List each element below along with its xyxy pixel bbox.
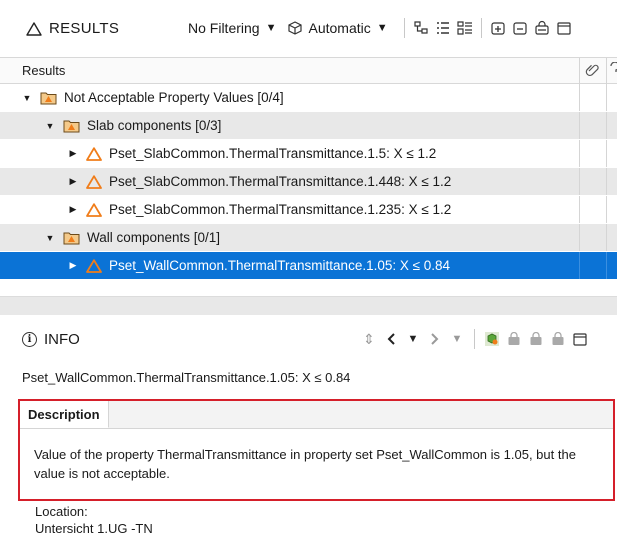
- description-panel: Description Value of the property Therma…: [18, 399, 615, 501]
- panel-icon[interactable]: [554, 18, 574, 38]
- location-label: Location:: [35, 504, 88, 519]
- toolbar-divider: [480, 18, 482, 38]
- expand-arrow-icon[interactable]: ▶: [67, 148, 79, 159]
- warning-triangle-icon: [86, 258, 102, 273]
- results-title: RESULTS: [26, 20, 119, 37]
- warning-folder-icon: [63, 232, 80, 244]
- previous-icon[interactable]: [382, 329, 400, 349]
- cube-icon: [288, 21, 303, 35]
- info-subject: Pset_WallCommon.ThermalTransmittance.1.0…: [22, 370, 351, 385]
- tree-item-row[interactable]: ▶ Pset_SlabCommon.ThermalTransmittance.1…: [0, 196, 617, 223]
- tree-item-row[interactable]: ▶ Pset_SlabCommon.ThermalTransmittance.1…: [0, 168, 617, 195]
- expand-arrow-icon[interactable]: ▶: [67, 260, 79, 271]
- caret-down-icon: ▼: [265, 22, 277, 34]
- lock-icon[interactable]: [527, 329, 545, 349]
- lock-rule-icon[interactable]: [532, 18, 552, 38]
- expand-arrow-icon[interactable]: ▼: [44, 233, 56, 243]
- results-header: RESULTS No Filtering ▼ Automatic ▼: [0, 0, 617, 56]
- results-column-title: Results: [22, 63, 66, 78]
- column-divider: [606, 112, 607, 139]
- column-divider: [606, 224, 607, 251]
- tree-item-label: Pset_WallCommon.ThermalTransmittance.1.0…: [109, 258, 451, 273]
- tree-group-label: Wall components [0/1]: [87, 230, 221, 245]
- link-icon[interactable]: [585, 62, 600, 80]
- info-title: i INFO: [22, 331, 80, 348]
- object-highlight-icon[interactable]: [483, 329, 501, 349]
- tree-item-row-selected[interactable]: ▶ Pset_WallCommon.ThermalTransmittance.1…: [0, 252, 617, 279]
- column-divider: [579, 140, 580, 167]
- info-icon: i: [22, 332, 37, 347]
- results-title-label: RESULTS: [49, 20, 120, 37]
- tree-item-label: Pset_SlabCommon.ThermalTransmittance.1.2…: [109, 202, 452, 217]
- list-view-icon[interactable]: [433, 18, 453, 38]
- panel-splitter[interactable]: [0, 296, 617, 315]
- expand-arrow-icon[interactable]: ▼: [44, 121, 56, 131]
- column-divider[interactable]: [579, 58, 580, 84]
- tree-root-row[interactable]: ▼ Not Acceptable Property Values [0/4]: [0, 84, 617, 111]
- column-divider: [579, 196, 580, 223]
- tree-view-icon[interactable]: [411, 18, 431, 38]
- mode-dropdown-label: Automatic: [308, 20, 371, 36]
- tree-group-label: Slab components [0/3]: [87, 118, 222, 133]
- column-divider: [579, 224, 580, 251]
- description-text: Value of the property ThermalTransmittan…: [34, 447, 576, 481]
- caret-down-icon: ▼: [376, 22, 388, 34]
- info-title-label: INFO: [44, 331, 80, 348]
- results-toolbar: No Filtering ▼ Automatic ▼: [188, 18, 574, 38]
- column-divider: [606, 252, 607, 279]
- column-divider: [606, 140, 607, 167]
- expand-arrow-icon[interactable]: ▼: [21, 93, 33, 103]
- tree-item-label: Pset_SlabCommon.ThermalTransmittance.1.5…: [109, 146, 437, 161]
- tree-item-row[interactable]: ▶ Pset_SlabCommon.ThermalTransmittance.1…: [0, 140, 617, 167]
- tab-description[interactable]: Description: [20, 401, 109, 428]
- info-toolbar: ⇕ ▼ ▼: [360, 329, 589, 349]
- info-header: i INFO ⇕ ▼ ▼: [0, 316, 617, 360]
- filter-dropdown-label: No Filtering: [188, 20, 260, 36]
- lock-icon[interactable]: [505, 329, 523, 349]
- help-icon[interactable]: [609, 61, 617, 80]
- column-divider: [606, 84, 607, 111]
- tree-item-label: Pset_SlabCommon.ThermalTransmittance.1.4…: [109, 174, 452, 189]
- column-divider: [606, 168, 607, 195]
- tree-group-row[interactable]: ▼ Wall components [0/1]: [0, 224, 617, 251]
- column-divider: [579, 112, 580, 139]
- warning-outline-icon: [26, 21, 42, 36]
- caret-down-icon[interactable]: ▼: [404, 329, 422, 349]
- results-column-header[interactable]: Results: [0, 57, 617, 84]
- add-rule-icon[interactable]: [488, 18, 508, 38]
- lock-icon[interactable]: [549, 329, 567, 349]
- column-divider: [606, 196, 607, 223]
- caret-down-icon[interactable]: ▼: [448, 329, 466, 349]
- mode-dropdown[interactable]: Automatic ▼: [288, 20, 388, 36]
- toolbar-divider: [474, 329, 475, 349]
- tree-root-label: Not Acceptable Property Values [0/4]: [64, 90, 284, 105]
- tree-group-row[interactable]: ▼ Slab components [0/3]: [0, 112, 617, 139]
- results-tree: ▼ Not Acceptable Property Values [0/4] ▼…: [0, 84, 617, 296]
- toolbar-divider: [403, 18, 405, 38]
- description-tabbar: [20, 401, 613, 428]
- sort-updown-icon[interactable]: ⇕: [360, 329, 378, 349]
- tab-divider: [20, 428, 613, 429]
- column-divider: [579, 168, 580, 195]
- panel-icon[interactable]: [571, 329, 589, 349]
- grouped-view-icon[interactable]: [455, 18, 475, 38]
- filter-dropdown[interactable]: No Filtering ▼: [188, 20, 276, 36]
- expand-arrow-icon[interactable]: ▶: [67, 204, 79, 215]
- column-divider: [579, 252, 580, 279]
- location-value: Untersicht 1.UG -TN: [35, 521, 153, 536]
- warning-folder-icon: [63, 120, 80, 132]
- next-icon[interactable]: [426, 329, 444, 349]
- warning-triangle-icon: [86, 202, 102, 217]
- remove-rule-icon[interactable]: [510, 18, 530, 38]
- column-divider: [579, 84, 580, 111]
- column-divider[interactable]: [606, 58, 607, 84]
- warning-triangle-icon: [86, 174, 102, 189]
- warning-folder-icon: [40, 92, 57, 104]
- expand-arrow-icon[interactable]: ▶: [67, 176, 79, 187]
- warning-triangle-icon: [86, 146, 102, 161]
